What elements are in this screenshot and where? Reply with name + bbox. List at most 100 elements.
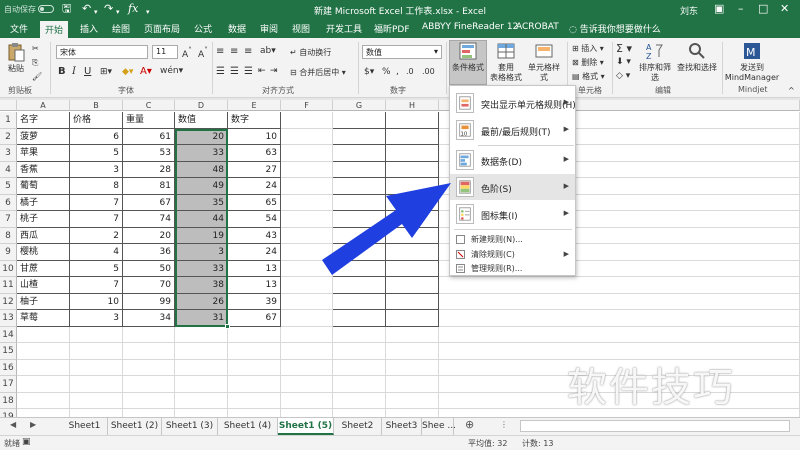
- row-header[interactable]: 13: [0, 310, 17, 327]
- data-cell[interactable]: 67: [123, 194, 175, 211]
- data-cell[interactable]: 橘子: [17, 194, 70, 211]
- tab-formulas[interactable]: 公式: [194, 22, 212, 35]
- orientation-icon[interactable]: ab▾: [260, 46, 276, 56]
- align-middle-icon[interactable]: ≡: [230, 46, 238, 57]
- data-cell[interactable]: 柚子: [17, 293, 70, 310]
- cell[interactable]: [228, 326, 281, 343]
- selected-cell[interactable]: 35: [175, 194, 228, 211]
- cell[interactable]: [386, 359, 439, 376]
- cell[interactable]: [123, 359, 175, 376]
- row-header[interactable]: 4: [0, 161, 17, 178]
- bordered-empty-cell[interactable]: [333, 112, 386, 129]
- cell[interactable]: [386, 392, 439, 409]
- copy-icon[interactable]: ⎘: [32, 58, 38, 68]
- data-cell[interactable]: 2: [70, 227, 123, 244]
- cell[interactable]: [175, 359, 228, 376]
- data-cell[interactable]: 20: [123, 227, 175, 244]
- shrink-font-icon[interactable]: A˅: [198, 46, 208, 60]
- cell[interactable]: [333, 376, 386, 393]
- cell[interactable]: [281, 227, 333, 244]
- data-cell[interactable]: 53: [123, 145, 175, 162]
- wrap-text-button[interactable]: ↵ 自动换行: [290, 47, 331, 58]
- bordered-empty-cell[interactable]: [333, 260, 386, 277]
- data-cell[interactable]: 61: [123, 128, 175, 145]
- data-cell[interactable]: 草莓: [17, 310, 70, 327]
- column-header-d[interactable]: D: [175, 100, 228, 111]
- align-right-icon[interactable]: ☰: [244, 66, 253, 77]
- selected-cell[interactable]: 38: [175, 277, 228, 294]
- fill-handle[interactable]: [225, 323, 230, 329]
- bordered-empty-cell[interactable]: [333, 277, 386, 294]
- data-cell[interactable]: 3: [70, 310, 123, 327]
- data-cell[interactable]: 10: [70, 293, 123, 310]
- bordered-empty-cell[interactable]: [333, 194, 386, 211]
- cell[interactable]: [228, 376, 281, 393]
- cell[interactable]: [281, 244, 333, 261]
- selected-cell[interactable]: 20: [175, 128, 228, 145]
- column-header-b[interactable]: B: [70, 100, 123, 111]
- row-header[interactable]: 3: [0, 145, 17, 162]
- data-cell[interactable]: 7: [70, 194, 123, 211]
- selected-cell[interactable]: 3: [175, 244, 228, 261]
- data-cell[interactable]: 70: [123, 277, 175, 294]
- cell[interactable]: [70, 326, 123, 343]
- conditional-format-button-active[interactable]: 条件格式: [450, 41, 486, 73]
- column-header-e[interactable]: E: [228, 100, 281, 111]
- tab-home[interactable]: 开始: [40, 21, 69, 38]
- cell[interactable]: [281, 310, 333, 327]
- new-sheet-icon[interactable]: ⊕: [465, 418, 474, 431]
- header-cell[interactable]: 名字: [17, 112, 70, 129]
- bordered-empty-cell[interactable]: [333, 244, 386, 261]
- autosum-icon[interactable]: Σ ▾: [616, 42, 632, 55]
- tab-foxit-pdf[interactable]: 福昕PDF: [374, 22, 410, 35]
- indent-increase-icon[interactable]: ⇥: [270, 66, 278, 76]
- data-cell[interactable]: 36: [123, 244, 175, 261]
- cell[interactable]: [17, 376, 70, 393]
- bordered-empty-cell[interactable]: [386, 161, 439, 178]
- data-cell[interactable]: 山楂: [17, 277, 70, 294]
- accounting-format-icon[interactable]: $▾: [364, 67, 374, 77]
- bordered-empty-cell[interactable]: [333, 178, 386, 195]
- clear-icon[interactable]: ◇ ▾: [616, 71, 630, 81]
- data-cell[interactable]: 65: [228, 194, 281, 211]
- data-cell[interactable]: 43: [228, 227, 281, 244]
- font-name-box[interactable]: 宋体: [56, 45, 148, 59]
- cell[interactable]: [228, 343, 281, 360]
- indent-decrease-icon[interactable]: ⇤: [258, 66, 266, 76]
- font-size-box[interactable]: 11: [152, 45, 178, 59]
- underline-icon[interactable]: U: [84, 66, 91, 77]
- cell[interactable]: [17, 392, 70, 409]
- cell[interactable]: [123, 392, 175, 409]
- user-name[interactable]: 刘东: [680, 4, 698, 17]
- row-header[interactable]: 12: [0, 293, 17, 310]
- row-header[interactable]: 11: [0, 277, 17, 294]
- tell-me-search[interactable]: ◌ 告诉我你想要做什么: [569, 22, 661, 35]
- cell-styles-button[interactable]: 单元格样式: [526, 41, 562, 83]
- cell[interactable]: [281, 211, 333, 228]
- comma-style-icon[interactable]: ,: [396, 67, 399, 77]
- tab-view[interactable]: 视图: [292, 22, 310, 35]
- cell[interactable]: [386, 326, 439, 343]
- data-cell[interactable]: 7: [70, 277, 123, 294]
- bordered-empty-cell[interactable]: [386, 310, 439, 327]
- data-cell[interactable]: 13: [228, 277, 281, 294]
- cell[interactable]: [333, 359, 386, 376]
- bordered-empty-cell[interactable]: [333, 161, 386, 178]
- horizontal-scrollbar[interactable]: [520, 420, 790, 432]
- delete-cells-button[interactable]: ⊠ 删除 ▾: [572, 57, 604, 68]
- cell[interactable]: [439, 326, 800, 343]
- font-color-icon[interactable]: A▾: [140, 66, 152, 77]
- bordered-empty-cell[interactable]: [333, 128, 386, 145]
- cell[interactable]: [439, 310, 800, 327]
- data-cell[interactable]: 10: [228, 128, 281, 145]
- cell[interactable]: [281, 359, 333, 376]
- paste-button[interactable]: 粘贴: [4, 42, 28, 74]
- borders-icon[interactable]: ⊞▾: [100, 67, 112, 77]
- bordered-empty-cell[interactable]: [386, 145, 439, 162]
- cell[interactable]: [281, 145, 333, 162]
- data-cell[interactable]: 葡萄: [17, 178, 70, 195]
- ribbon-display-icon[interactable]: ▣: [714, 2, 724, 15]
- find-select-button[interactable]: 查找和选择: [676, 41, 718, 73]
- scroll-tabs-right-icon[interactable]: ▶: [30, 420, 36, 429]
- data-cell[interactable]: 桃子: [17, 211, 70, 228]
